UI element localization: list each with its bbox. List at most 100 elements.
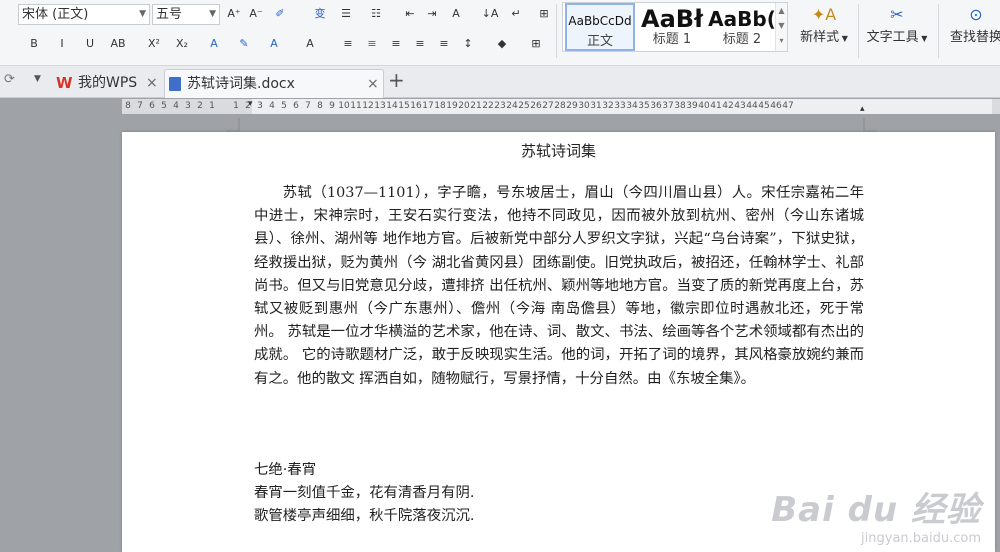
ruler-number: 20 xyxy=(458,101,470,111)
style-name: 标题 2 xyxy=(722,32,762,47)
ruler-number: 41 xyxy=(710,101,722,111)
chevron-down-icon: ▼ xyxy=(209,9,216,19)
ruler-number: 6 xyxy=(293,101,299,111)
ruler-number: 38 xyxy=(674,101,686,111)
ruler-number: 3 xyxy=(185,101,191,111)
line-spacing-button[interactable]: ↕ xyxy=(458,34,478,54)
ruler-number: 4 xyxy=(269,101,275,111)
new-style-button[interactable]: ✦A 新样式 ▼ xyxy=(796,4,852,45)
ruler-number: 16 xyxy=(410,101,422,111)
sort-button[interactable]: ↓A xyxy=(480,4,500,24)
ruler-number: 5 xyxy=(161,101,167,111)
watermark-brand: Bai du 经验 xyxy=(771,490,981,530)
ruler-number: 3 xyxy=(257,101,263,111)
style-preview: AaBb( xyxy=(708,7,776,31)
underline-button[interactable]: U xyxy=(80,34,100,54)
ruler-number: 10 xyxy=(338,101,350,111)
close-icon[interactable]: × xyxy=(146,69,158,98)
ruler-number: 37 xyxy=(662,101,674,111)
close-icon[interactable]: × xyxy=(367,70,379,99)
grow-font-button[interactable]: A⁺ xyxy=(224,4,244,24)
ruler-number: 35 xyxy=(638,101,650,111)
clear-format-button[interactable]: ✐ xyxy=(270,4,290,24)
text-tools-label: 文字工具 xyxy=(866,30,919,45)
horizontal-ruler[interactable]: 8 7 6 5 4 3 2 1 1 2 3 4 5 6 7 8 9 10111213141516171819202… xyxy=(122,99,1000,114)
ruler-number: 15 xyxy=(398,101,410,111)
subscript-button[interactable]: X₂ xyxy=(172,34,192,54)
find-replace-button[interactable]: ⊙ 查找替换 xyxy=(946,4,1000,45)
highlight-button[interactable]: ✎ xyxy=(234,34,254,54)
chevron-down-icon: ▼ xyxy=(139,9,146,19)
shrink-font-button[interactable]: A⁻ xyxy=(246,4,266,24)
document-page[interactable]: 苏轼诗词集 苏轼（1037—1101），字子瞻，号东坡居士，眉山（今四川眉山县）… xyxy=(122,118,995,552)
show-marks-button[interactable]: ↵ xyxy=(506,4,526,24)
numbering-button[interactable]: ☷ xyxy=(366,4,386,24)
ruler-number: 21 xyxy=(470,101,482,111)
bullets-button[interactable]: ☰ xyxy=(336,4,356,24)
ribbon-divider xyxy=(858,4,859,58)
char-shading-button[interactable]: A xyxy=(300,34,320,54)
ruler-number: 24 xyxy=(506,101,518,111)
font-color-button[interactable]: A xyxy=(264,34,284,54)
tab-label: 我的WPS xyxy=(78,75,138,91)
borders-button[interactable]: ⊞ xyxy=(526,34,546,54)
style-name: 正文 xyxy=(586,34,613,49)
tab-label: 苏轼诗词集.docx xyxy=(187,76,295,92)
add-tab-icon[interactable]: + xyxy=(388,68,405,92)
wps-logo-icon: W xyxy=(56,74,73,92)
bold-button[interactable]: B xyxy=(24,34,44,54)
increase-indent-button[interactable]: ⇥ xyxy=(422,4,442,24)
font-name-select[interactable]: 宋体 (正文) ▼ xyxy=(18,4,150,25)
italic-button[interactable]: I xyxy=(52,34,72,54)
table-button[interactable]: ⊞ xyxy=(534,4,554,24)
chevron-down-icon[interactable]: ▼ xyxy=(34,74,41,84)
ruler-number: 1 xyxy=(209,101,215,111)
style-gallery-scroll[interactable]: ▲ ▼ ▾ xyxy=(775,3,787,51)
style-preview: AaBbCcDd xyxy=(568,14,632,28)
text-effect-button[interactable]: A xyxy=(204,34,224,54)
style-heading-2[interactable]: AaBb( 标题 2 xyxy=(707,3,777,51)
style-normal[interactable]: AaBbCcDd 正文 xyxy=(565,3,635,51)
font-size-value: 五号 xyxy=(156,7,183,22)
decrease-indent-button[interactable]: ⇤ xyxy=(400,4,420,24)
font-size-select[interactable]: 五号 ▼ xyxy=(152,4,220,25)
ruler-number: 8 xyxy=(317,101,323,111)
align-left-button[interactable]: ≡ xyxy=(338,34,358,54)
ribbon-divider xyxy=(938,4,939,58)
document-paragraph: 苏轼（1037—1101），字子瞻，号东坡居士，眉山（今四川眉山县）人。宋任宗嘉… xyxy=(254,185,864,387)
distributed-button[interactable]: ≡ xyxy=(434,34,454,54)
corner-mark xyxy=(863,118,877,132)
char-format-button[interactable]: A xyxy=(446,4,466,24)
ruler-ticks: 8 7 6 5 4 3 2 1 1 2 3 4 5 6 7 8 9 10111213141516171819202… xyxy=(122,99,794,114)
indent-marker-icon[interactable]: ▾ xyxy=(248,99,253,109)
refresh-icon[interactable]: ⟳ xyxy=(4,72,15,87)
shading-button[interactable]: ◆ xyxy=(492,34,512,54)
align-right-button[interactable]: ≡ xyxy=(386,34,406,54)
style-heading-1[interactable]: AaBł 标题 1 xyxy=(637,3,707,51)
ruler-number: 12 xyxy=(362,101,374,111)
new-style-label: 新样式 xyxy=(800,30,840,45)
superscript-button[interactable]: X² xyxy=(144,34,164,54)
ruler-number: 2 xyxy=(197,101,203,111)
baidu-watermark: Bai du 经验 jingyan.baidu.com xyxy=(771,482,981,546)
ruler-number: 43 xyxy=(734,101,746,111)
ruler-number: 44 xyxy=(746,101,758,111)
justify-button[interactable]: ≡ xyxy=(410,34,430,54)
font-name-value: 宋体 (正文) xyxy=(22,7,89,22)
strikethrough-button[interactable]: AB xyxy=(108,34,128,54)
ruler-number: 8 xyxy=(125,101,131,111)
ruler-number: 18 xyxy=(434,101,446,111)
document-icon xyxy=(169,77,181,91)
ruler-number: 30 xyxy=(578,101,590,111)
ruler-number: 39 xyxy=(686,101,698,111)
tab-document[interactable]: 苏轼诗词集.docx × xyxy=(164,69,384,98)
tab-my-wps[interactable]: W 我的WPS × xyxy=(52,69,160,98)
ruler-number: 14 xyxy=(386,101,398,111)
ruler-number: 13 xyxy=(374,101,386,111)
align-center-button[interactable]: ≡ xyxy=(362,34,382,54)
right-indent-marker-icon[interactable]: ▴ xyxy=(860,104,865,114)
document-canvas: 苏轼诗词集 苏轼（1037—1101），字子瞻，号东坡居士，眉山（今四川眉山县）… xyxy=(0,114,1000,552)
pinyin-button[interactable]: 变 xyxy=(310,4,330,24)
ruler-number: 34 xyxy=(626,101,638,111)
text-tools-button[interactable]: ✂ 文字工具 ▼ xyxy=(864,4,930,45)
